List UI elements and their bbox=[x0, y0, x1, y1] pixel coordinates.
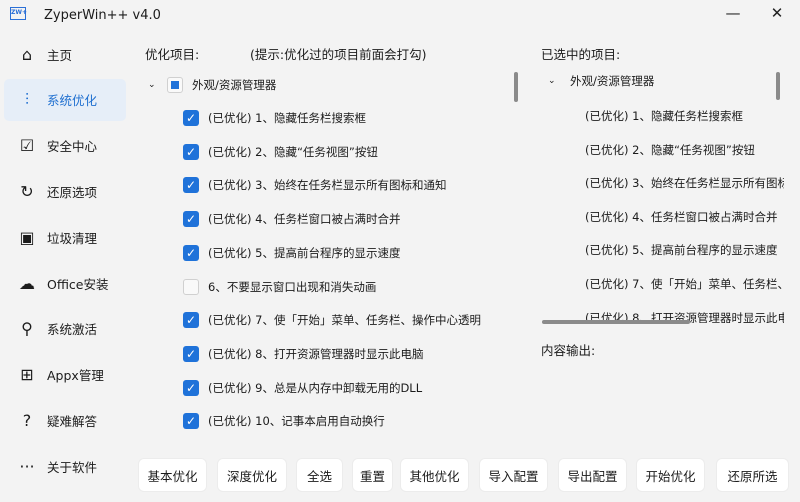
output-label: 内容输出: bbox=[541, 343, 596, 358]
list-item[interactable]: ✓ (已优化) 3、始终在任务栏显示所有图标和通知 bbox=[183, 175, 446, 195]
list-item[interactable]: 6、不要显示窗口出现和消失动画 bbox=[183, 277, 376, 297]
selected-list-item[interactable]: (已优化) 3、始终在任务栏显示所有图标和通知 bbox=[585, 173, 784, 193]
chevron-down-icon[interactable]: ⌄ bbox=[548, 76, 562, 86]
optimize-items-header: 优化项目: bbox=[145, 47, 200, 62]
selected-list: ⌄ 外观/资源管理器 (已优化) 1、隐藏任务栏搜索框 (已优化) 2、隐藏“任务… bbox=[540, 68, 784, 323]
item-checkbox[interactable]: ✓ bbox=[183, 110, 199, 126]
selected-group-label: 外观/资源管理器 bbox=[570, 74, 655, 88]
sidebar-item-label: 主页 bbox=[47, 47, 73, 63]
item-checkbox[interactable] bbox=[183, 278, 199, 295]
left-scrollbar[interactable] bbox=[514, 72, 518, 102]
list-item[interactable]: ✓ (已优化) 9、总是从内存中卸载无用的DLL bbox=[183, 378, 422, 398]
sidebar-item-5[interactable]: ☁ Office安装 bbox=[4, 262, 126, 304]
shield-check-icon: ☑ bbox=[19, 136, 35, 156]
sidebar-item-0[interactable]: ⌂ 主页 bbox=[4, 33, 126, 75]
item-label: (已优化) 1、隐藏任务栏搜索框 bbox=[208, 111, 366, 125]
item-label: (已优化) 2、隐藏“任务视图”按钮 bbox=[208, 144, 378, 159]
sidebar-item-label: 疑难解答 bbox=[47, 413, 98, 429]
refresh-icon: ↻ bbox=[20, 181, 34, 201]
close-button[interactable]: ✕ bbox=[762, 4, 792, 22]
action-button-6[interactable]: 导出配置 bbox=[558, 458, 627, 492]
sidebar-item-label: 还原选项 bbox=[47, 184, 98, 200]
selected-list-item[interactable]: (已优化) 5、提高前台程序的显示速度 bbox=[585, 240, 777, 260]
search-key-icon: ⚲ bbox=[21, 319, 33, 339]
selected-list-item[interactable]: (已优化) 4、任务栏窗口被占满时合并 bbox=[585, 207, 777, 227]
selected-list-item[interactable]: (已优化) 7、使「开始」菜单、任务栏、操作中心透明 bbox=[585, 274, 784, 294]
action-button-2[interactable]: 全选 bbox=[296, 458, 343, 492]
action-button-5[interactable]: 导入配置 bbox=[479, 458, 548, 492]
sidebar-item-6[interactable]: ⚲ 系统激活 bbox=[4, 308, 126, 350]
right-hscrollbar[interactable] bbox=[542, 320, 690, 324]
cloud-download-icon: ☁ bbox=[19, 273, 35, 293]
sidebar-item-label: 垃圾清理 bbox=[47, 230, 98, 246]
sidebar-item-4[interactable]: ▣ 垃圾清理 bbox=[4, 216, 126, 258]
trash-icon: ▣ bbox=[19, 227, 35, 247]
item-label: (已优化) 7、使「开始」菜单、任务栏、操作中心透明 bbox=[208, 313, 481, 328]
action-button-3[interactable]: 重置 bbox=[352, 458, 393, 492]
right-vscrollbar[interactable] bbox=[776, 72, 780, 100]
item-label: (已优化) 8、打开资源管理器时显示此电脑 bbox=[208, 346, 424, 361]
group-checkbox[interactable] bbox=[167, 77, 183, 93]
home-icon: ⌂ bbox=[21, 44, 33, 64]
hint-text: (提示:优化过的项目前面会打勾) bbox=[250, 47, 427, 62]
item-checkbox[interactable]: ✓ bbox=[183, 211, 199, 228]
item-checkbox[interactable]: ✓ bbox=[183, 177, 199, 194]
list-item[interactable]: ✓ (已优化) 2、隐藏“任务视图”按钮 bbox=[183, 142, 378, 162]
sidebar-item-label: 安全中心 bbox=[47, 139, 98, 155]
minimize-button[interactable]: — bbox=[718, 4, 748, 22]
item-checkbox[interactable]: ✓ bbox=[183, 379, 199, 396]
sidebar-item-label: 关于软件 bbox=[47, 459, 98, 475]
window-title: ZyperWin++ v4.0 bbox=[44, 8, 161, 23]
item-checkbox[interactable]: ✓ bbox=[183, 244, 199, 261]
item-label: 6、不要显示窗口出现和消失动画 bbox=[208, 279, 377, 294]
action-button-0[interactable]: 基本优化 bbox=[138, 458, 207, 492]
sidebar-item-label: Office安装 bbox=[47, 276, 109, 292]
action-button-7[interactable]: 开始优化 bbox=[636, 458, 705, 492]
sidebar-item-7[interactable]: ⊞ Appx管理 bbox=[4, 354, 126, 396]
help-icon: ? bbox=[22, 410, 32, 430]
item-label: (已优化) 9、总是从内存中卸载无用的DLL bbox=[208, 380, 423, 395]
action-button-4[interactable]: 其他优化 bbox=[400, 458, 469, 492]
list-item[interactable]: ✓ (已优化) 7、使「开始」菜单、任务栏、操作中心透明 bbox=[183, 310, 481, 330]
item-checkbox[interactable]: ✓ bbox=[183, 143, 199, 160]
sidebar-item-8[interactable]: ? 疑难解答 bbox=[4, 399, 126, 441]
sidebar-item-9[interactable]: ··· 关于软件 bbox=[4, 445, 126, 487]
list-item[interactable]: ✓ (已优化) 8、打开资源管理器时显示此电脑 bbox=[183, 344, 423, 364]
app-logo: ZW+ bbox=[10, 7, 27, 20]
action-button-8[interactable]: 还原所选 bbox=[716, 458, 789, 492]
sidebar-item-1[interactable]: ⫶ 系统优化 bbox=[4, 78, 126, 121]
sliders-icon: ⫶ bbox=[24, 89, 29, 109]
sidebar-item-label: Appx管理 bbox=[47, 368, 104, 384]
selected-list-item[interactable]: (已优化) 2、隐藏“任务视图”按钮 bbox=[585, 140, 755, 160]
list-item[interactable]: ✓ (已优化) 5、提高前台程序的显示速度 bbox=[183, 243, 400, 263]
list-item[interactable]: ✓ (已优化) 1、隐藏任务栏搜索框 bbox=[183, 108, 366, 128]
selected-items-header: 已选中的项目: bbox=[541, 47, 621, 62]
selected-list-item[interactable]: (已优化) 1、隐藏任务栏搜索框 bbox=[585, 106, 743, 126]
item-checkbox[interactable]: ✓ bbox=[183, 413, 199, 430]
apps-icon: ⊞ bbox=[20, 365, 34, 385]
action-button-1[interactable]: 深度优化 bbox=[217, 458, 287, 492]
list-item[interactable]: ✓ (已优化) 10、记事本启用自动换行 bbox=[183, 411, 385, 431]
item-checkbox[interactable]: ✓ bbox=[183, 312, 199, 329]
sidebar-item-label: 系统优化 bbox=[47, 93, 98, 109]
sidebar-item-3[interactable]: ↻ 还原选项 bbox=[4, 170, 126, 212]
item-label: (已优化) 5、提高前台程序的显示速度 bbox=[208, 245, 401, 260]
chevron-down-icon[interactable]: ⌄ bbox=[148, 80, 162, 90]
more-icon: ··· bbox=[19, 456, 35, 476]
group-label: 外观/资源管理器 bbox=[192, 78, 277, 92]
indeterminate-mark bbox=[171, 81, 179, 89]
item-label: (已优化) 10、记事本启用自动换行 bbox=[208, 414, 385, 429]
item-checkbox[interactable]: ✓ bbox=[183, 345, 199, 362]
list-item[interactable]: ✓ (已优化) 4、任务栏窗口被占满时合并 bbox=[183, 209, 400, 229]
item-label: (已优化) 4、任务栏窗口被占满时合并 bbox=[208, 212, 401, 227]
sidebar-item-label: 系统激活 bbox=[47, 322, 98, 338]
item-label: (已优化) 3、始终在任务栏显示所有图标和通知 bbox=[208, 178, 447, 193]
sidebar-item-2[interactable]: ☑ 安全中心 bbox=[4, 125, 126, 167]
